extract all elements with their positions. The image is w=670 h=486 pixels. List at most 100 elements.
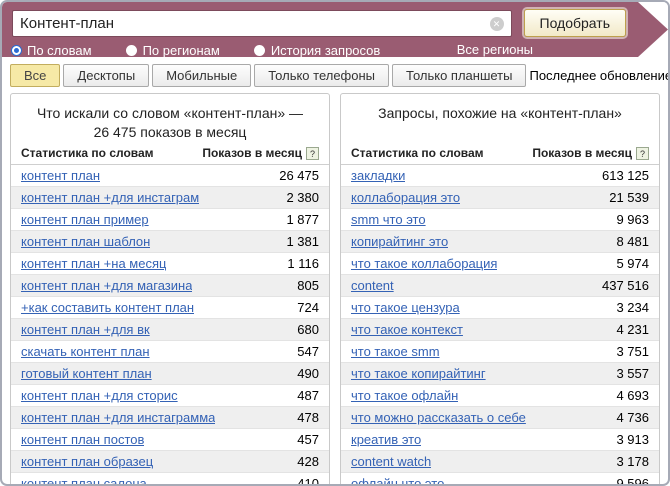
radio-query-history-label: История запросов [271, 43, 381, 58]
table-row: smm что это 9 963 [341, 209, 659, 231]
keyword-link[interactable]: закладки [351, 168, 405, 183]
keyword-link[interactable]: офлайн что это [351, 476, 444, 486]
keyword-link[interactable]: контент план постов [21, 432, 144, 447]
search-input[interactable] [12, 10, 512, 37]
keyword-link[interactable]: контент план салона [21, 476, 147, 486]
shows-value: 805 [297, 278, 319, 293]
table-row: контент план +для инстаграм 2 380 [11, 187, 329, 209]
table-row: контент план +для сторис 487 [11, 385, 329, 407]
keyword-link[interactable]: контент план образец [21, 454, 153, 469]
device-tab[interactable]: Все [10, 64, 60, 87]
table-row: креатив это 3 913 [341, 429, 659, 451]
device-tabs-row: ВсеДесктопыМобильныеТолько телефоныТольк… [2, 57, 668, 87]
radio-icon [254, 45, 265, 56]
table-row: копирайтинг это 8 481 [341, 231, 659, 253]
submit-button[interactable]: Подобрать [524, 9, 627, 37]
keyword-link[interactable]: контент план +для инстаграм [21, 190, 199, 205]
table-row: контент план 26 475 [11, 165, 329, 187]
shows-value: 8 481 [616, 234, 649, 249]
shows-value: 1 116 [287, 256, 319, 271]
device-tab[interactable]: Только планшеты [392, 64, 526, 87]
table-row: что такое коллаборация 5 974 [341, 253, 659, 275]
results-area: Что искали со словом «контент-план» — 26… [2, 87, 668, 486]
keyword-link[interactable]: креатив это [351, 432, 421, 447]
table-row: офлайн что это 9 596 [341, 473, 659, 486]
last-update-text: Последнее обновление: 26.05.2022 [529, 68, 670, 83]
search-mode-row: По словам По регионам История запросов В… [12, 42, 638, 58]
keyword-link[interactable]: что такое коллаборация [351, 256, 497, 271]
table-row: контент план салона 410 [11, 473, 329, 486]
wordstat-window: ✕ Подобрать По словам По регионам Истори… [0, 0, 670, 486]
keyword-link[interactable]: smm что это [351, 212, 426, 227]
device-tab[interactable]: Только телефоны [254, 64, 389, 87]
shows-value: 4 736 [616, 410, 649, 425]
col-keyword-header: Статистика по словам [351, 146, 484, 160]
shows-value: 2 380 [286, 190, 319, 205]
keyword-link[interactable]: контент план +для сторис [21, 388, 178, 403]
left-table-header: Статистика по словам Показов в месяц ? [11, 142, 329, 165]
table-row: что такое контекст 4 231 [341, 319, 659, 341]
keyword-link[interactable]: что можно рассказать о себе [351, 410, 526, 425]
table-row: контент план +для магазина 805 [11, 275, 329, 297]
table-row: контент план +для вк 680 [11, 319, 329, 341]
arrow-tip-decoration [638, 2, 668, 57]
search-box: ✕ [12, 10, 512, 37]
table-row: что можно рассказать о себе 4 736 [341, 407, 659, 429]
table-row: что такое цензура 3 234 [341, 297, 659, 319]
shows-value: 3 557 [616, 366, 649, 381]
table-row: контент план постов 457 [11, 429, 329, 451]
shows-value: 26 475 [279, 168, 319, 183]
shows-value: 724 [297, 300, 319, 315]
col-shows-header: Показов в месяц [202, 146, 302, 160]
all-regions-link[interactable]: Все регионы [457, 42, 533, 58]
left-table-body: контент план 26 475 контент план +для ин… [11, 165, 329, 486]
radio-by-regions[interactable]: По регионам [126, 43, 220, 58]
keyword-link[interactable]: контент план пример [21, 212, 149, 227]
shows-value: 487 [297, 388, 319, 403]
keyword-link[interactable]: контент план +на месяц [21, 256, 166, 271]
radio-by-words[interactable]: По словам [12, 43, 92, 58]
shows-value: 478 [297, 410, 319, 425]
search-row: ✕ Подобрать [12, 9, 638, 37]
keyword-link[interactable]: content [351, 278, 394, 293]
device-tab[interactable]: Мобильные [152, 64, 251, 87]
right-panel-title: Запросы, похожие на «контент-план» [341, 94, 659, 142]
keyword-link[interactable]: контент план +для магазина [21, 278, 192, 293]
keyword-link[interactable]: что такое копирайтинг [351, 366, 486, 381]
search-bar-main: ✕ Подобрать По словам По регионам Истори… [2, 2, 638, 57]
keyword-link[interactable]: +как составить контент план [21, 300, 194, 315]
radio-query-history[interactable]: История запросов [254, 43, 381, 58]
right-panel: Запросы, похожие на «контент-план» Стати… [340, 93, 660, 486]
shows-value: 428 [297, 454, 319, 469]
shows-value: 680 [297, 322, 319, 337]
keyword-link[interactable]: контент план [21, 168, 100, 183]
table-row: контент план шаблон 1 381 [11, 231, 329, 253]
keyword-link[interactable]: что такое контекст [351, 322, 463, 337]
keyword-link[interactable]: контент план +для инстаграмма [21, 410, 215, 425]
keyword-link[interactable]: что такое офлайн [351, 388, 458, 403]
radio-by-regions-label: По регионам [143, 43, 220, 58]
help-icon[interactable]: ? [636, 147, 649, 160]
table-row: контент план +на месяц 1 116 [11, 253, 329, 275]
table-row: content watch 3 178 [341, 451, 659, 473]
keyword-link[interactable]: content watch [351, 454, 431, 469]
right-table-header: Статистика по словам Показов в месяц ? [341, 142, 659, 165]
keyword-link[interactable]: коллаборация это [351, 190, 460, 205]
shows-value: 21 539 [609, 190, 649, 205]
radio-by-words-label: По словам [27, 43, 92, 58]
clear-icon[interactable]: ✕ [490, 17, 504, 31]
shows-value: 613 125 [602, 168, 649, 183]
device-tab[interactable]: Десктопы [63, 64, 149, 87]
keyword-link[interactable]: скачать контент план [21, 344, 150, 359]
keyword-link[interactable]: копирайтинг это [351, 234, 448, 249]
keyword-link[interactable]: что такое цензура [351, 300, 460, 315]
keyword-link[interactable]: контент план шаблон [21, 234, 150, 249]
help-icon[interactable]: ? [306, 147, 319, 160]
keyword-link[interactable]: контент план +для вк [21, 322, 150, 337]
left-panel-title: Что искали со словом «контент-план» — 26… [11, 94, 329, 142]
shows-value: 3 178 [616, 454, 649, 469]
keyword-link[interactable]: готовый контент план [21, 366, 152, 381]
table-row: контент план образец 428 [11, 451, 329, 473]
shows-value: 9 596 [616, 476, 649, 486]
keyword-link[interactable]: что такое smm [351, 344, 440, 359]
